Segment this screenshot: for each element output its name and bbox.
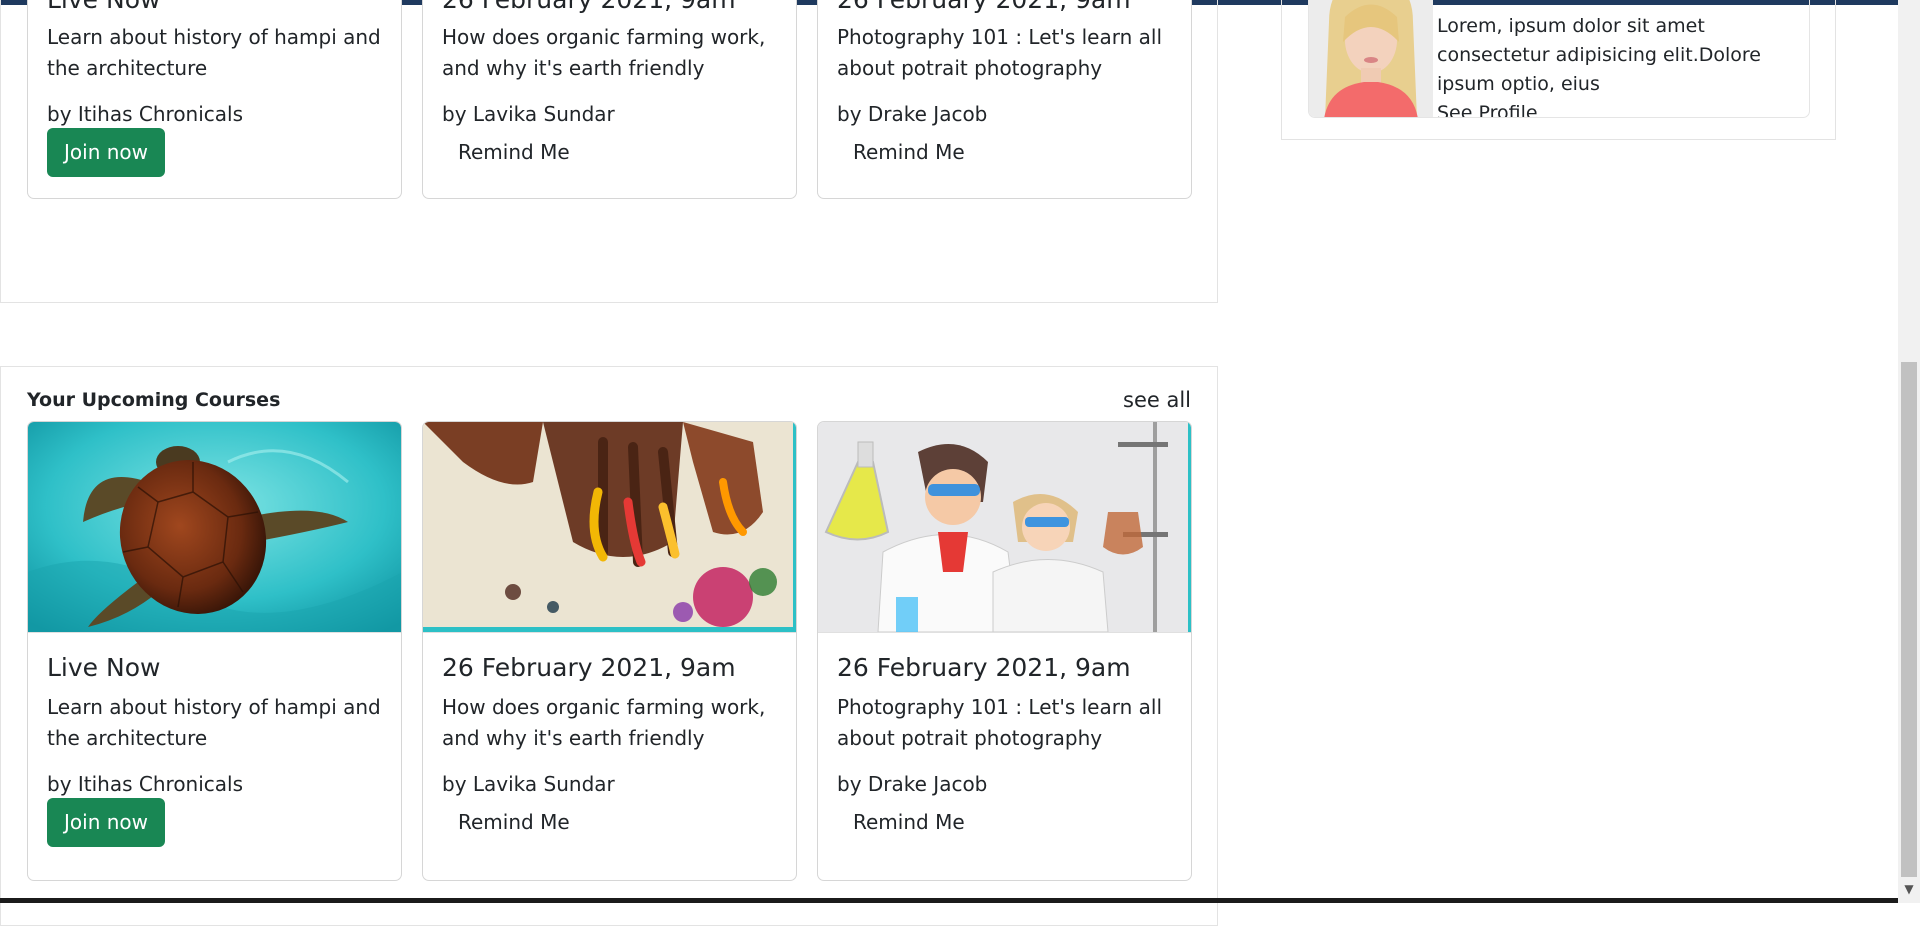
course-time: Live Now — [47, 653, 161, 682]
course-card[interactable]: Live Now Learn about history of hampi an… — [27, 421, 402, 881]
remind-me-button[interactable]: Remind Me — [442, 128, 586, 177]
course-author: by Drake Jacob — [837, 772, 988, 796]
section-header: Your Upcoming Courses see all — [27, 385, 1191, 415]
upcoming-courses-section: Your Upcoming Courses see all Live Now L… — [0, 366, 1218, 926]
remind-me-button[interactable]: Remind Me — [442, 798, 586, 847]
course-author: by Lavika Sundar — [442, 102, 615, 126]
course-time: Live Now — [47, 0, 382, 15]
see-profile-link[interactable]: See Profile — [1437, 99, 1799, 117]
profile-bio: Lorem, ipsum dolor sit amet consectetur … — [1437, 15, 1761, 95]
course-image-turtle — [28, 422, 401, 633]
profile-card: Lorem, ipsum dolor sit amet consectetur … — [1308, 0, 1810, 118]
course-time: 26 February 2021, 9am — [442, 0, 777, 15]
upcoming-courses-section-previous: Live Now Learn about history of hampi an… — [0, 0, 1218, 303]
course-card[interactable]: Live Now Learn about history of hampi an… — [27, 0, 402, 199]
profile-info: Lorem, ipsum dolor sit amet consectetur … — [1437, 12, 1799, 117]
remind-me-button[interactable]: Remind Me — [837, 798, 981, 847]
course-description: How does organic farming work, and why i… — [442, 25, 766, 80]
see-all-link[interactable]: see all — [1123, 388, 1191, 412]
course-description: Photography 101 : Let's learn all about … — [837, 695, 1163, 750]
join-now-button[interactable]: Join now — [47, 128, 165, 177]
course-author: by Itihas Chronicals — [47, 102, 244, 126]
course-card[interactable]: 26 February 2021, 9am How does organic f… — [422, 421, 797, 881]
profile-panel: Lorem, ipsum dolor sit amet consectetur … — [1281, 0, 1836, 140]
remind-me-button[interactable]: Remind Me — [837, 128, 981, 177]
bottom-edge-strip — [0, 898, 1898, 903]
course-author: by Lavika Sundar — [442, 772, 615, 796]
course-description: Learn about history of hampi and the arc… — [47, 25, 381, 80]
section-title: Your Upcoming Courses — [27, 389, 281, 411]
course-description: How does organic farming work, and why i… — [442, 695, 766, 750]
join-now-button[interactable]: Join now — [47, 798, 165, 847]
avatar — [1309, 0, 1433, 117]
course-card[interactable]: 26 February 2021, 9am Photography 101 : … — [817, 0, 1192, 199]
course-image-kids-science — [818, 422, 1191, 633]
course-author: by Drake Jacob — [837, 102, 988, 126]
course-description: Learn about history of hampi and the arc… — [47, 695, 381, 750]
scrollbar-thumb[interactable] — [1901, 362, 1917, 877]
course-card[interactable]: 26 February 2021, 9am How does organic f… — [422, 0, 797, 199]
course-time: 26 February 2021, 9am — [837, 0, 1172, 15]
course-card[interactable]: 26 February 2021, 9am Photography 101 : … — [817, 421, 1192, 881]
course-author: by Itihas Chronicals — [47, 772, 244, 796]
course-time: 26 February 2021, 9am — [837, 653, 1131, 682]
course-image-painted-hands — [423, 422, 796, 633]
course-description: Photography 101 : Let's learn all about … — [837, 25, 1163, 80]
course-time: 26 February 2021, 9am — [442, 653, 736, 682]
scroll-down-arrow-icon[interactable]: ▼ — [1902, 882, 1916, 896]
